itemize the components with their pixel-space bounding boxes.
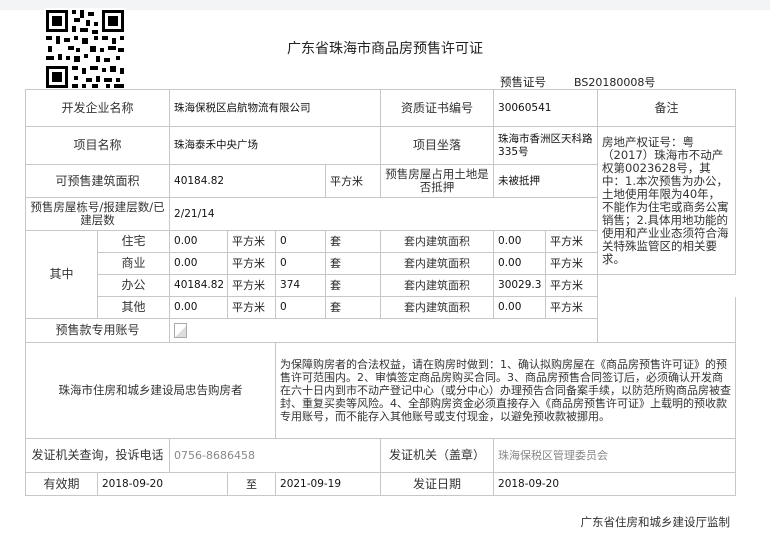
mortgage-value: 未被抵押 — [493, 164, 599, 198]
validity-to: 2021-09-19 — [275, 472, 382, 496]
breakdown-count-unit: 套 — [325, 296, 382, 319]
breakdown-area-unit: 平方米 — [227, 296, 277, 319]
breakdown-inner-area: 0.00 — [493, 252, 547, 275]
breakdown-area-unit: 平方米 — [227, 252, 277, 275]
issue-date-label: 发证日期 — [380, 472, 495, 496]
breakdown-row: 其他 0.00 平方米 0 套 套内建筑面积 0.00 平方米 — [26, 296, 737, 319]
breakdown-inner-area: 0.00 — [493, 230, 547, 253]
breakdown-area-unit: 平方米 — [227, 230, 277, 253]
project-value: 珠海泰禾中央广场 — [169, 126, 382, 165]
breakdown-area: 0.00 — [169, 296, 229, 319]
warning-label: 珠海市住房和城乡建设局忠告购房者 — [24, 342, 277, 439]
page-title: 广东省珠海市商品房预售许可证 — [287, 41, 483, 57]
breakdown-count-unit: 套 — [325, 274, 382, 297]
document-icon — [174, 323, 188, 338]
breakdown-inner-unit: 平方米 — [545, 274, 599, 297]
footer-text: 广东省住房和城乡建设厅监制 — [580, 515, 731, 529]
breakdown-area: 40184.82 — [169, 274, 229, 297]
breakdown-count: 0 — [275, 230, 327, 253]
breakdown-type: 其他 — [96, 296, 171, 319]
breakdown-area-unit: 平方米 — [227, 274, 277, 297]
breakdown-inner-unit: 平方米 — [545, 230, 599, 253]
warning-text: 为保障购房者的合法权益，请在购房时做到：1、确认拟购房屋在《商品房预售许可证》的… — [275, 342, 737, 439]
location-value: 珠海市香洲区天科路335号 — [493, 126, 599, 165]
breakdown-count-unit: 套 — [325, 252, 382, 275]
developer-label: 开发企业名称 — [24, 89, 171, 127]
presale-area-unit: 平方米 — [325, 164, 382, 198]
presale-area-value: 40184.82 — [169, 164, 327, 198]
breakdown-inner-unit: 平方米 — [545, 296, 599, 319]
breakdown-type: 住宅 — [96, 230, 171, 253]
building-value: 2/21/14 — [169, 197, 599, 231]
qualification-label: 资质证书编号 — [380, 89, 495, 127]
breakdown-row: 办公 40184.82 平方米 374 套 套内建筑面积 30029.3 平方米 — [26, 274, 736, 297]
project-label: 项目名称 — [24, 126, 171, 165]
validity-to-label: 至 — [227, 472, 277, 496]
contact-value: 0756-8686458 — [169, 438, 382, 473]
permit-number-value: BS20180008号 — [574, 76, 656, 89]
location-label: 项目坐落 — [380, 126, 495, 165]
account-value — [169, 318, 599, 343]
permit-number-label: 预售证号 — [500, 75, 546, 89]
authority-value: 珠海保税区管理委员会 — [493, 438, 737, 473]
breakdown-inner-unit: 平方米 — [545, 252, 599, 275]
mortgage-label: 预售房屋占用土地是否抵押 — [380, 164, 495, 198]
breakdown-count: 374 — [275, 274, 327, 297]
developer-value: 珠海保税区启航物流有限公司 — [169, 89, 382, 127]
issue-date-value: 2018-09-20 — [493, 472, 737, 496]
validity-from: 2018-09-20 — [96, 472, 229, 496]
breakdown-inner-label: 套内建筑面积 — [380, 274, 495, 297]
breakdown-inner-label: 套内建筑面积 — [380, 252, 495, 275]
breakdown-area: 0.00 — [169, 230, 229, 253]
presale-area-label: 可预售建筑面积 — [24, 164, 171, 198]
validity-label: 有效期 — [25, 472, 98, 496]
remarks-label: 备注 — [597, 89, 737, 127]
breakdown-inner-label: 套内建筑面积 — [380, 230, 495, 253]
breakdown-area: 0.00 — [169, 252, 229, 275]
breakdown-count-unit: 套 — [325, 230, 382, 253]
breakdown-count: 0 — [275, 296, 327, 319]
building-label: 预售房屋栋号/报建层数/已建层数 — [24, 197, 171, 231]
breakdown-inner-area: 30029.3 — [493, 274, 547, 297]
breakdown-type: 办公 — [96, 274, 171, 297]
account-label: 预售款专用账号 — [24, 318, 171, 343]
authority-label: 发证机关（盖章） — [380, 438, 495, 473]
remarks-spacer — [597, 296, 737, 319]
contact-label: 发证机关查询，投诉电话 — [24, 438, 171, 473]
breakdown-type: 商业 — [96, 252, 171, 275]
remarks-text: 房地产权证号：粤（2017）珠海市不动产权第0023628号，其中：1.本次预售… — [597, 126, 737, 275]
qualification-value: 30060541 — [493, 89, 599, 127]
breakdown-inner-area: 0.00 — [493, 296, 547, 319]
breakdown-count: 0 — [275, 252, 327, 275]
remarks-spacer — [597, 318, 737, 343]
breakdown-inner-label: 套内建筑面积 — [380, 296, 495, 319]
permit-table: 开发企业名称 珠海保税区启航物流有限公司 资质证书编号 30060541 备注 … — [24, 89, 737, 496]
breakdown-label: 其中 — [25, 230, 98, 319]
